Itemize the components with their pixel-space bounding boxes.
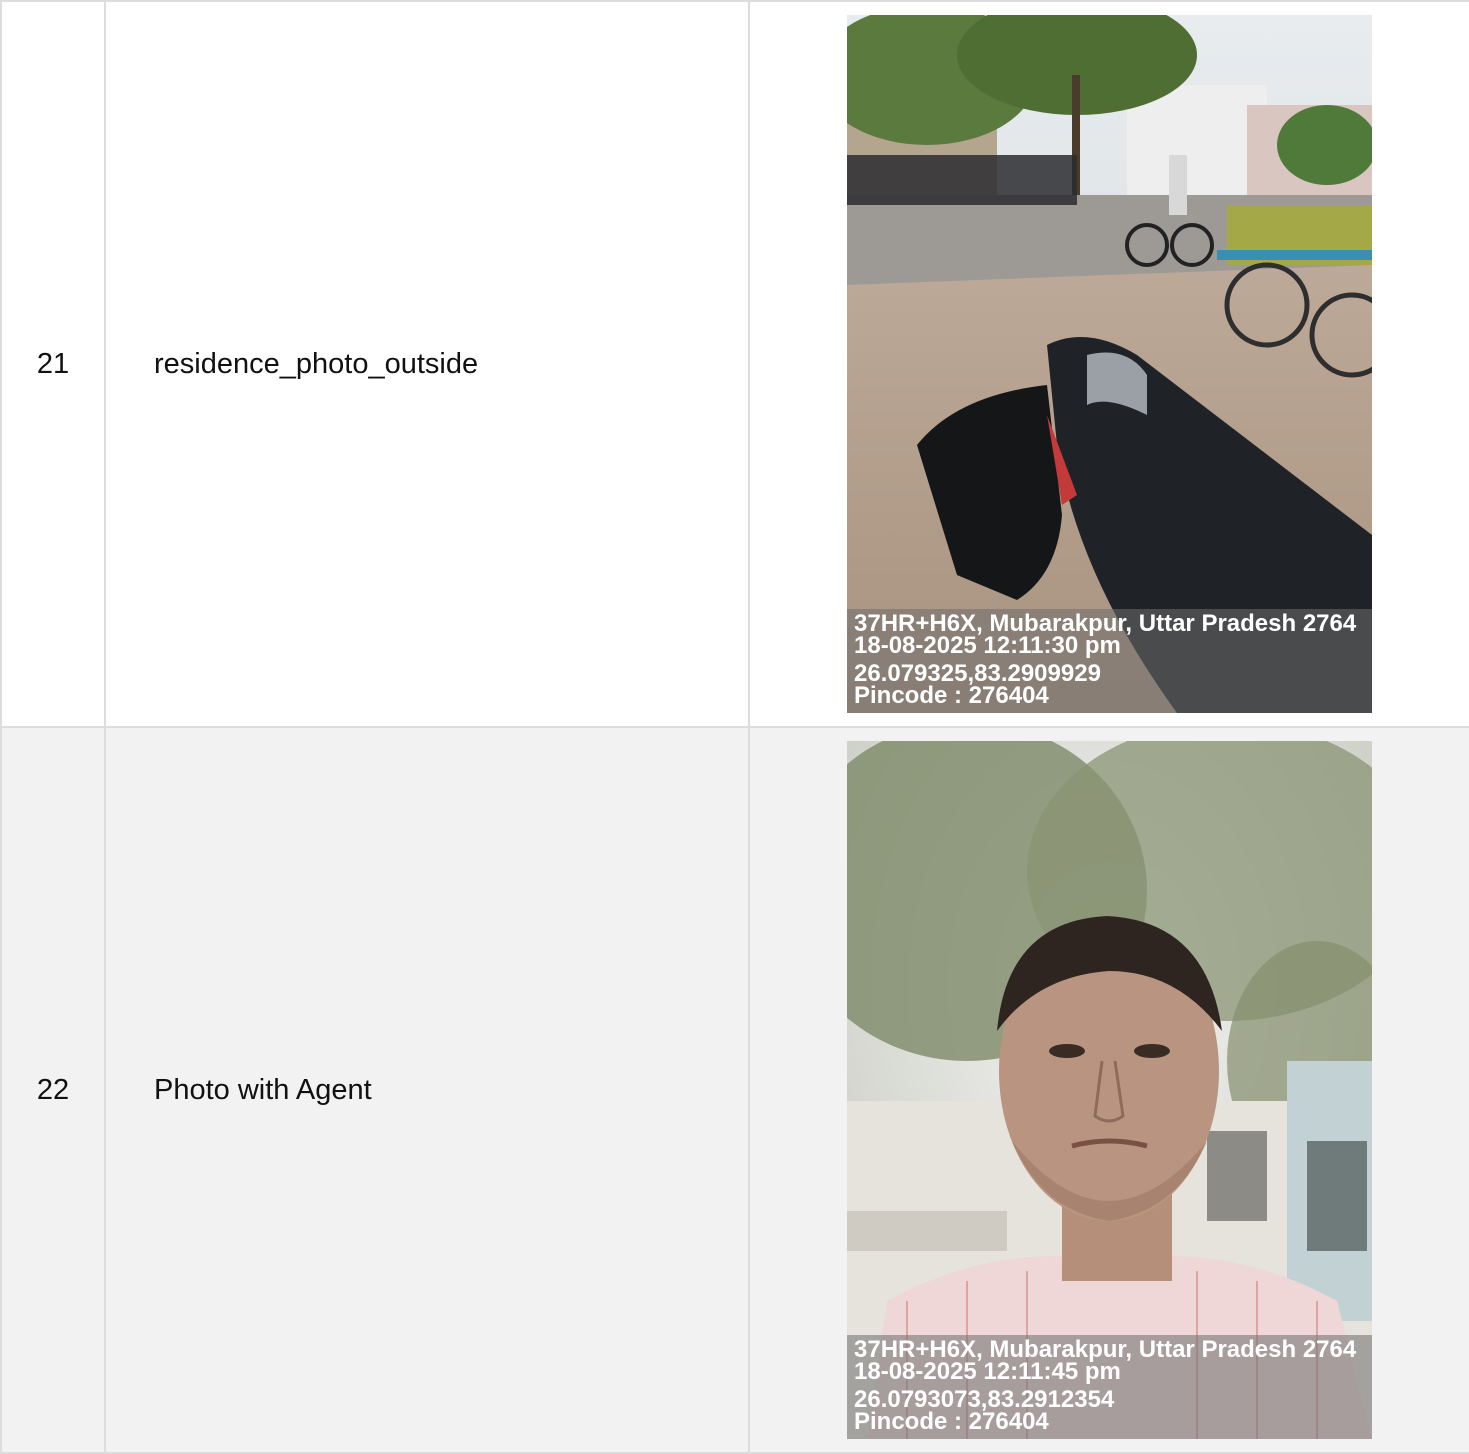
photo-stamp: 37HR+H6X, Mubarakpur, Uttar Pradesh 2764… bbox=[847, 1335, 1372, 1439]
stamp-pincode: Pincode : 276404 bbox=[854, 682, 1049, 709]
photo-cell: 37HR+H6X, Mubarakpur, Uttar Pradesh 2764… bbox=[748, 726, 1469, 1454]
table-row: 22 Photo with Agent 37HR+H6X, Mubarakpur… bbox=[0, 726, 1469, 1454]
agent-photo: 37HR+H6X, Mubarakpur, Uttar Pradesh 2764… bbox=[847, 741, 1372, 1439]
stamp-pincode: Pincode : 276404 bbox=[854, 1408, 1049, 1435]
residence-photo: 37HR+H6X, Mubarakpur, Uttar Pradesh 2764… bbox=[847, 15, 1372, 713]
row-number: 21 bbox=[0, 0, 106, 728]
row-number: 22 bbox=[0, 726, 106, 1454]
stamp-datetime: 18-08-2025 12:11:30 pm bbox=[854, 632, 1121, 659]
row-label: Photo with Agent bbox=[104, 726, 750, 1454]
photo-table: 21 residence_photo_outside 37HR+H6X, Mub… bbox=[0, 0, 1469, 1454]
row-label: residence_photo_outside bbox=[104, 0, 750, 728]
photo-cell: 37HR+H6X, Mubarakpur, Uttar Pradesh 2764… bbox=[748, 0, 1469, 728]
table-row: 21 residence_photo_outside 37HR+H6X, Mub… bbox=[0, 0, 1469, 728]
stamp-datetime: 18-08-2025 12:11:45 pm bbox=[854, 1358, 1121, 1385]
photo-stamp: 37HR+H6X, Mubarakpur, Uttar Pradesh 2764… bbox=[847, 609, 1372, 713]
